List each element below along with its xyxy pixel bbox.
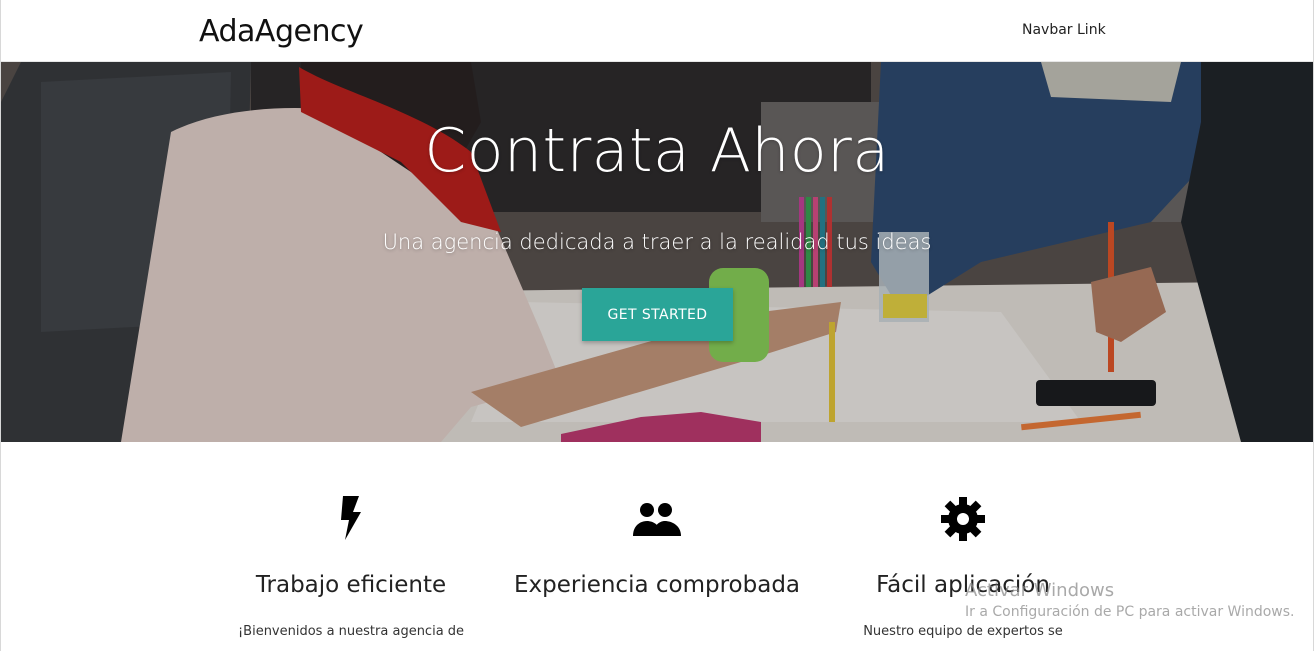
people-icon xyxy=(633,503,681,536)
navbar: AdaAgency Navbar Link xyxy=(1,0,1313,62)
brand-logo[interactable]: AdaAgency xyxy=(199,14,364,49)
feature-title: Experiencia comprobada xyxy=(513,572,801,598)
get-started-button[interactable]: GET STARTED xyxy=(582,288,733,341)
navbar-link[interactable]: Navbar Link xyxy=(1022,22,1106,38)
windows-activation-text: Ir a Configuración de PC para activar Wi… xyxy=(965,604,1295,620)
bolt-icon xyxy=(341,496,361,540)
hero-subtitle: Una agencia dedicada a traer a la realid… xyxy=(382,230,932,254)
page: AdaAgency Navbar Link Contrata Ahora Una… xyxy=(0,0,1314,651)
feature-card: Experiencia comprobada xyxy=(497,490,817,599)
feature-text: Nuestro equipo de expertos se xyxy=(863,624,1063,639)
gear-icon xyxy=(941,497,985,541)
feature-card: Trabajo eficiente ¡Bienvenidos a nuestra… xyxy=(191,490,511,639)
hero-title: Contrata Ahora xyxy=(424,116,890,186)
feature-text: ¡Bienvenidos a nuestra agencia de xyxy=(237,624,465,639)
feature-title: Trabajo eficiente xyxy=(255,572,447,598)
hero-section: Contrata Ahora Una agencia dedicada a tr… xyxy=(1,62,1313,442)
windows-activation-title: Activar Windows xyxy=(965,580,1115,601)
